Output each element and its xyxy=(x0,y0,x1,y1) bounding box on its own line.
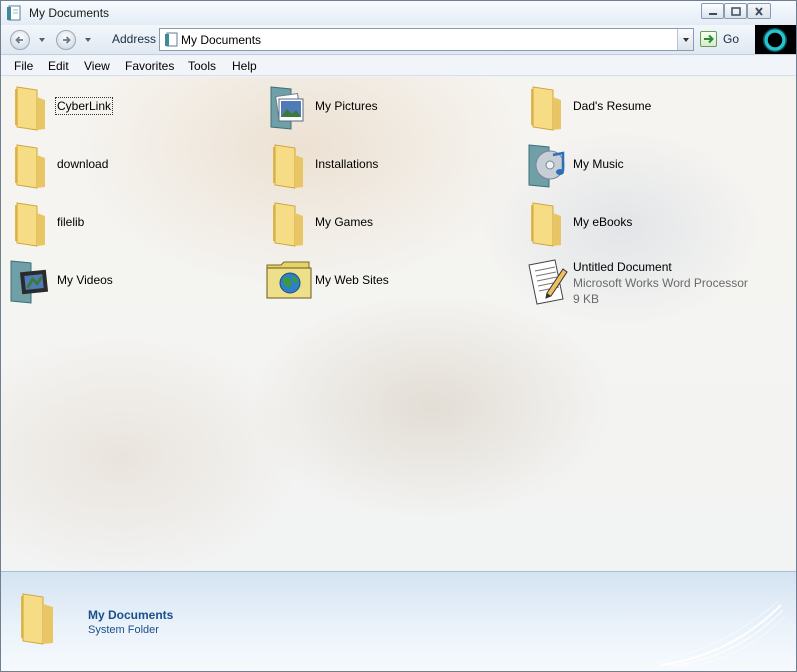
address-value[interactable]: My Documents xyxy=(181,33,261,47)
brand-logo xyxy=(755,25,796,54)
folder-download[interactable]: download xyxy=(7,141,257,193)
address-label: Address xyxy=(112,32,157,46)
item-label: My Games xyxy=(315,215,374,229)
details-pane: My Documents System Folder xyxy=(1,571,796,671)
minimize-button[interactable] xyxy=(701,3,724,19)
item-label: My Web Sites xyxy=(315,273,389,287)
my-documents-icon xyxy=(6,5,22,21)
folder-icon xyxy=(273,202,303,247)
menu-favorites[interactable]: Favorites xyxy=(125,59,174,73)
my-documents-icon xyxy=(164,32,178,50)
folder-installations[interactable]: Installations xyxy=(265,141,515,193)
folder-icon xyxy=(15,86,45,131)
item-label: Installations xyxy=(315,157,379,171)
file-list: CyberLink My Pictures Dad's Resume downl… xyxy=(1,77,796,571)
back-button[interactable] xyxy=(10,30,30,50)
details-name: My Documents xyxy=(88,608,174,622)
folder-icon xyxy=(273,144,303,189)
address-field[interactable]: My Documents xyxy=(159,28,694,51)
ring-logo-icon xyxy=(763,28,787,52)
explorer-window: My Documents Address My Documents Go Fil… xyxy=(0,0,797,672)
back-arrow-icon xyxy=(15,36,23,44)
window-title: My Documents xyxy=(29,6,110,20)
menu-tools[interactable]: Tools xyxy=(188,59,216,73)
folder-icon xyxy=(15,144,45,189)
details-type: System Folder xyxy=(88,624,159,636)
folder-my-music[interactable]: My Music xyxy=(523,141,773,193)
document-icon xyxy=(528,259,568,305)
navigation-bar: Address My Documents Go xyxy=(1,25,796,55)
go-arrow-icon xyxy=(700,31,717,47)
folder-dads-resume[interactable]: Dad's Resume xyxy=(523,83,773,135)
item-size: 9 KB xyxy=(573,292,600,306)
menu-edit[interactable]: Edit xyxy=(48,59,69,73)
minimize-icon xyxy=(709,13,717,15)
menu-bar: File Edit View Favorites Tools Help xyxy=(1,56,796,76)
folder-my-pictures[interactable]: My Pictures xyxy=(265,83,515,135)
go-label: Go xyxy=(723,32,740,46)
folder-filelib[interactable]: filelib xyxy=(7,199,257,251)
forward-history-dropdown-icon[interactable] xyxy=(84,37,92,43)
item-label: My Videos xyxy=(57,273,113,287)
item-label: download xyxy=(57,157,109,171)
music-folder-icon xyxy=(528,144,565,188)
back-history-dropdown-icon[interactable] xyxy=(38,37,46,43)
folder-icon xyxy=(21,593,53,645)
maximize-icon xyxy=(731,7,741,16)
file-untitled-document[interactable]: Untitled Document Microsoft Works Word P… xyxy=(523,257,773,311)
decorative-swoosh xyxy=(655,601,786,668)
folder-my-ebooks[interactable]: My eBooks xyxy=(523,199,773,251)
web-sites-folder-icon xyxy=(266,261,312,299)
forward-button[interactable] xyxy=(56,30,76,50)
chevron-down-icon xyxy=(683,38,689,42)
item-label: My Pictures xyxy=(315,99,378,113)
menu-view[interactable]: View xyxy=(84,59,110,73)
menu-help[interactable]: Help xyxy=(232,59,257,73)
folder-my-videos[interactable]: My Videos xyxy=(7,257,257,309)
go-button[interactable]: Go xyxy=(698,28,748,51)
folder-icon xyxy=(531,86,561,131)
item-label: Dad's Resume xyxy=(573,99,652,113)
folder-my-web-sites[interactable]: My Web Sites xyxy=(265,257,515,309)
videos-folder-icon xyxy=(10,260,49,304)
forward-arrow-icon xyxy=(63,36,71,44)
item-label: Untitled Document xyxy=(573,260,672,274)
folder-my-games[interactable]: My Games xyxy=(265,199,515,251)
item-type: Microsoft Works Word Processor xyxy=(573,276,748,290)
item-label: My eBooks xyxy=(573,215,633,229)
maximize-button[interactable] xyxy=(724,3,747,19)
folder-icon xyxy=(15,202,45,247)
item-label: CyberLink xyxy=(54,97,114,115)
title-bar[interactable]: My Documents xyxy=(1,1,796,25)
menu-file[interactable]: File xyxy=(14,59,33,73)
close-button[interactable] xyxy=(747,3,771,19)
close-icon xyxy=(755,7,763,16)
folder-icon xyxy=(531,202,561,247)
item-label: My Music xyxy=(573,157,624,171)
item-label: filelib xyxy=(57,215,85,229)
folder-cyberlink[interactable]: CyberLink xyxy=(7,83,257,135)
address-dropdown-button[interactable] xyxy=(677,29,693,50)
pictures-folder-icon xyxy=(270,86,304,130)
